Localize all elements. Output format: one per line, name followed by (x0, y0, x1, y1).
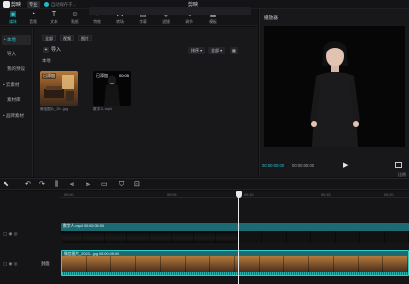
track-controls-main[interactable]: ▢ ◉ ◎ (3, 261, 18, 267)
fullscreen-icon[interactable] (395, 162, 402, 168)
tool-label: 贴纸 (71, 20, 79, 24)
tool-label: 文本 (50, 20, 58, 24)
sidebar-item-brand[interactable]: • 品牌素材 (3, 113, 24, 119)
filter-chip-video[interactable]: 视频 (60, 35, 74, 41)
tool-audio[interactable]: ◔ 音频 (23, 10, 43, 25)
sidebar-item-library[interactable]: 素材库 (7, 97, 21, 103)
app-name: 剪映 (11, 2, 22, 8)
clip-label: 数字人.mp4 00:00:05:00 (63, 224, 104, 228)
clip-frames (62, 256, 408, 272)
player-title: 播放器 (264, 15, 278, 20)
sort-button[interactable]: 排序 ▾ (188, 47, 206, 54)
trim-right-icon[interactable]: ⫸ (86, 181, 90, 188)
select-cursor-icon[interactable]: ⬉ (3, 181, 9, 188)
playhead-handle[interactable] (235, 191, 242, 198)
tool-label: 媒体 (9, 20, 17, 24)
delete-icon[interactable]: ▭ (101, 181, 108, 188)
tool-label: 音频 (29, 20, 37, 24)
ruler-tick: 00:15 (321, 193, 331, 197)
text-icon: T (51, 11, 57, 18)
media-item-room[interactable]: 已添加 (40, 71, 78, 106)
sidebar-item-local[interactable]: • 本地 (2, 35, 31, 45)
ruler-tick: 00:00 (64, 193, 74, 197)
filter-label: 全部 (211, 48, 219, 53)
presenter-figure (310, 41, 360, 147)
plus-icon: + (43, 47, 49, 53)
import-label: 导入 (51, 47, 62, 53)
cover-button[interactable]: 封面 (41, 261, 50, 267)
tool-sticker[interactable]: ☺ 贴纸 (65, 10, 85, 25)
split-icon[interactable]: ⫼ (55, 181, 58, 188)
clip-frames (238, 231, 409, 243)
media-sidebar: • 本地 导入 我的预设 • 云素材 素材库 • 品牌素材 (0, 27, 33, 177)
tool-label: 模板 (209, 20, 217, 24)
app-logo (3, 1, 10, 8)
current-timecode: 00:00:00:00 (262, 163, 285, 168)
added-badge: 已添加 (95, 73, 109, 79)
playhead[interactable] (238, 191, 239, 284)
redo-icon[interactable]: ↷ (39, 181, 45, 188)
ruler-tick: 00:10 (244, 193, 254, 197)
sidebar-item-cloud[interactable]: • 云素材 (3, 82, 19, 88)
added-badge: 已添加 (42, 73, 56, 79)
sidebar-item-import[interactable]: 导入 (7, 51, 16, 57)
filter-button[interactable]: 全部 ▾ (208, 47, 226, 54)
grid-view-icon[interactable]: ▦ (230, 47, 238, 54)
tool-text[interactable]: T 文本 (44, 10, 64, 25)
undo-icon[interactable]: ↶ (25, 181, 31, 188)
video-clip-person-continued[interactable] (238, 223, 409, 243)
media-panel: 全部 视频 图片 + 导入 排序 ▾ 全部 ▾ ▦ 本地 已添加 微信图片_20.… (34, 27, 258, 177)
filter-chip-all[interactable]: 全部 (42, 35, 56, 41)
preview-canvas[interactable] (264, 26, 405, 147)
media-icon: ▣ (9, 11, 17, 18)
tool-media[interactable]: ▣ 媒体 (3, 10, 23, 25)
ruler-tick: 00:05 (167, 193, 177, 197)
autosave-status: 自动保存于... (51, 1, 77, 7)
search-input[interactable] (89, 7, 251, 15)
import-button[interactable]: + 导入 (43, 46, 61, 54)
crop-icon[interactable]: ⊡ (134, 181, 140, 188)
sidebar-item-presets[interactable]: 我的预设 (7, 66, 25, 72)
tool-label: 滤镜 (162, 20, 170, 24)
tool-label: 转场 (116, 20, 124, 24)
tool-label: 特效 (93, 20, 101, 24)
audio-waveform (62, 272, 408, 275)
version-badge[interactable]: 专业 (27, 1, 40, 8)
ruler-tick: 00:20 (384, 193, 394, 197)
audio-icon: ◔ (30, 11, 36, 18)
image-clip-room[interactable]: 微信图片_2023...jpg 00:00:05:00 (61, 250, 409, 276)
track-controls-overlay[interactable]: ▢ ◉ ◎ (3, 231, 18, 237)
media-item-name: 微信图片_20...jpg (40, 107, 69, 111)
trim-left-icon[interactable]: ⫷ (70, 181, 74, 188)
sort-label: 排序 (191, 48, 199, 53)
filter-chip-image[interactable]: 图片 (78, 35, 92, 41)
tool-label: 调节 (185, 20, 193, 24)
time-ruler[interactable] (60, 191, 409, 198)
shield-icon[interactable]: ⛉ (119, 181, 124, 188)
folder-label: 本地 (42, 58, 51, 63)
play-icon[interactable]: ▶ (343, 161, 348, 169)
duration-label: 00:05 (118, 73, 129, 78)
sync-status-icon (44, 2, 49, 7)
total-timecode: 00:00:05:00 (292, 163, 315, 168)
media-item-name: 数字人.mp4 (93, 107, 112, 111)
timeline-toolbar: ⬉ ↶ ↷ ⫼ ⫷ ⫸ ▭ ⛉ ⊡ (0, 178, 409, 190)
video-clip-person[interactable]: 数字人.mp4 00:00:05:00 (61, 223, 238, 243)
media-item-person[interactable]: 已添加 00:05 (93, 71, 131, 106)
sticker-icon: ☺ (71, 11, 79, 18)
tool-label: 字幕 (139, 20, 147, 24)
clip-frames (61, 231, 238, 243)
